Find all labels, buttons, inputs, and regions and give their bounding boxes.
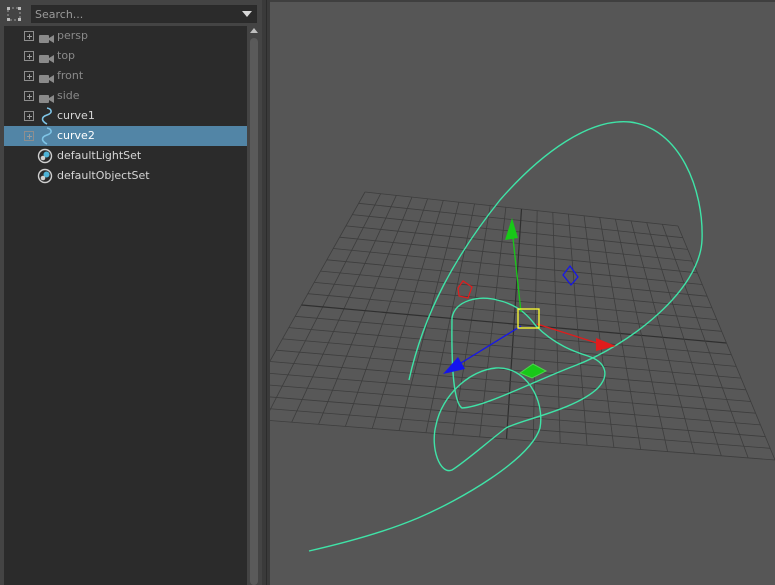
outliner-item-label: defaultObjectSet [57,169,150,182]
outliner-item-defaultLightSet[interactable]: defaultLightSet [4,146,247,166]
scrollbar-thumb[interactable] [250,38,258,585]
outliner-item-label: curve1 [57,109,95,122]
outliner-item-top[interactable]: top [4,46,247,66]
nurbs-curve-icon [38,107,56,125]
nurbs-curve-icon [38,127,56,145]
camera-icon [38,70,56,83]
camera-icon [38,90,56,103]
outliner-search [31,5,257,23]
outliner-item-label: persp [57,29,88,42]
outliner-panel: persp top front side curve1 curve2 defaultLigh… [0,0,262,585]
expand-plus-icon[interactable] [24,71,34,81]
outliner-item-label: defaultLightSet [57,149,142,162]
expand-plus-icon[interactable] [24,111,34,121]
outliner-filter-icon[interactable] [5,5,23,23]
scroll-up-arrow-icon[interactable] [250,28,258,33]
camera-icon [38,50,56,63]
viewport-scene[interactable] [270,0,775,585]
outliner-item-side[interactable]: side [4,86,247,106]
camera-icon [38,30,56,43]
outliner-scrollbar[interactable] [249,26,259,585]
object-set-icon [37,168,53,184]
expand-plus-icon[interactable] [24,131,34,141]
outliner-item-curve2[interactable]: curve2 [4,126,247,146]
viewport-top-edge [270,0,775,2]
outliner-item-front[interactable]: front [4,66,247,86]
outliner-item-label: top [57,49,76,62]
outliner-toolbar [0,0,262,26]
expand-plus-icon[interactable] [24,31,34,41]
outliner-item-curve1[interactable]: curve1 [4,106,247,126]
expand-plus-icon[interactable] [24,51,34,61]
outliner-item-defaultObjectSet[interactable]: defaultObjectSet [4,166,247,186]
outliner-item-label: curve2 [57,129,95,142]
expand-plus-icon[interactable] [24,91,34,101]
outliner-item-label: side [57,89,80,102]
ground-grid [270,191,775,461]
outliner-item-persp[interactable]: persp [4,26,247,46]
outliner-tree: persp top front side curve1 curve2 defaultLigh… [4,26,247,585]
outliner-item-label: front [57,69,84,82]
chevron-down-icon[interactable] [242,11,252,17]
panel-splitter-line [266,0,267,585]
search-input[interactable] [32,6,240,22]
viewport-3d[interactable] [270,0,775,585]
object-set-icon [37,148,53,164]
